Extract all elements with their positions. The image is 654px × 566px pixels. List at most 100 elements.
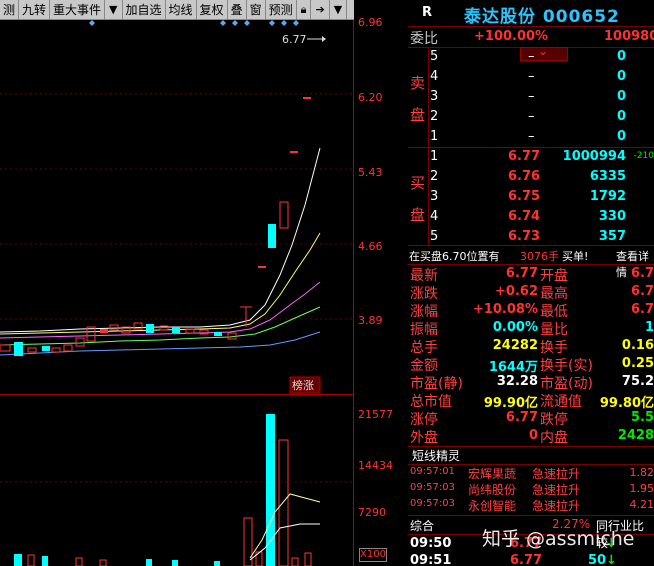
stat-row: 涨幅 +10.08% 最低 6.7 (408, 301, 654, 320)
stat-label: 总市值 (410, 394, 452, 410)
sell-row[interactable]: 1 – 0 (408, 128, 654, 146)
buy-row[interactable]: 4 6.74 330 (408, 208, 654, 226)
sell-row[interactable]: 3 – 0 (408, 88, 654, 106)
event-markers[interactable] (89, 20, 299, 26)
stat-row: 总手 24282 换手 0.16 (408, 337, 654, 356)
weibi-value: +100.00% (474, 29, 549, 44)
quote-panel: R 泰达股份 000652 委比 +100.00% 100980 ⌄ 卖 盘 5… (408, 0, 654, 566)
level-number: 1 (430, 129, 439, 144)
sell-volume: 0 (616, 49, 626, 64)
toolbar-item-ce[interactable]: 测 (0, 0, 20, 20)
stat-row: 最新 6.77 开盘 6.7 (408, 265, 654, 284)
level-number: 5 (430, 49, 439, 64)
buy-volume: 330 (598, 209, 626, 224)
candles[interactable] (0, 97, 311, 356)
down-arrow-icon: ↓ (606, 553, 617, 566)
sell-row[interactable]: 2 – 0 (408, 108, 654, 126)
level-number: 3 (430, 189, 439, 204)
stat-label: 内盘 (540, 430, 568, 446)
stat-label: 最低 (540, 304, 568, 320)
volume-label: 7290 (358, 506, 386, 519)
sell-row[interactable]: 4 – 0 (408, 68, 654, 86)
toolbar-item-adjust[interactable]: 复权 (197, 0, 228, 20)
buy-volume: 357 (598, 229, 626, 244)
volume-bars[interactable] (14, 414, 312, 566)
buy-row[interactable]: 5 6.73 357 (408, 228, 654, 246)
tab-overview[interactable]: 综合 (410, 517, 434, 534)
alert-stock[interactable]: 永创智能 (468, 497, 516, 514)
buy-volume: 1000994 (562, 149, 626, 164)
dropdown-icon[interactable]: ▼ (105, 0, 123, 20)
buy-volume: 6335 (589, 169, 626, 184)
kline-chart[interactable]: 6.77 榜涨 (0, 20, 387, 566)
toolbar-item-add-watch[interactable]: 加自选 (123, 0, 166, 20)
stat-value: 75.2 (621, 374, 654, 389)
buy-price: 6.77 (508, 149, 541, 164)
stat-row: 振幅 0.00% 量比 1 (408, 319, 654, 338)
sell-price: – (528, 109, 535, 124)
buy-row[interactable]: 1 6.77 1000994 -210 (408, 148, 654, 166)
buy-price: 6.73 (508, 229, 541, 244)
stat-label: 跌停 (540, 412, 568, 428)
toolbar-item-window[interactable]: 窗 (247, 0, 266, 20)
stat-label: 总手 (410, 340, 438, 356)
alert-stock[interactable]: 宏辉果蔬 (468, 465, 516, 482)
price-label: 3.89 (358, 314, 383, 327)
alert-action: 急速拉升 (532, 467, 581, 481)
buy-row[interactable]: 2 6.76 6335 (408, 168, 654, 186)
volume-unit[interactable]: X100 (359, 548, 387, 562)
level-number: 3 (430, 89, 439, 104)
toolbar-item-forecast[interactable]: 预测 (266, 0, 297, 20)
rank-badge[interactable]: 榜涨 (292, 378, 314, 392)
sell-price: – (528, 129, 535, 144)
arrow-icon[interactable]: ➔ (311, 0, 330, 20)
short-alerts-header[interactable]: 短线精灵 (408, 447, 654, 465)
dropdown-icon[interactable]: ▼ (330, 0, 348, 20)
level-number: 5 (430, 229, 439, 244)
level-number: 2 (430, 109, 439, 124)
toolbar-item-jiuzhuan[interactable]: 九转 (19, 0, 51, 20)
buy-volume: 1792 (589, 189, 626, 204)
sell-price: – (528, 69, 535, 84)
stat-label: 换手(实) (540, 358, 593, 374)
alert-time: 09:57:01 (410, 466, 455, 477)
volume-label: 14434 (358, 459, 393, 472)
stat-label: 开盘 (540, 268, 568, 284)
stat-label: 振幅 (410, 322, 438, 338)
buy-row[interactable]: 3 6.75 1792 (408, 188, 654, 206)
stat-value: 6.77 (505, 266, 538, 281)
sell-row[interactable]: 5 – 0 (408, 48, 654, 66)
stat-value: +10.08% (472, 302, 538, 317)
stat-row: 总市值 99.90亿 流通值 99.80亿 (408, 391, 654, 411)
stat-label: 流通值 (540, 394, 582, 410)
kline-chart-area[interactable]: 6.77 榜涨 (0, 20, 387, 566)
stat-value: 1 (644, 320, 654, 335)
toolbar-item-events[interactable]: 重大事件 (50, 0, 106, 20)
sell-volume: 0 (616, 69, 626, 84)
alert-row[interactable]: 09:57:03 永创智能 急速拉升 4.21 (408, 497, 654, 515)
stat-value: 0.16 (621, 338, 654, 353)
stat-label: 换手 (540, 340, 568, 356)
stock-name-code[interactable]: 泰达股份 000652 (464, 2, 620, 27)
buy-price: 6.74 (508, 209, 541, 224)
price-label: 6.20 (358, 91, 383, 104)
weibi-label: 委比 (410, 31, 438, 47)
toolbar-item-overlay[interactable]: 叠 (228, 0, 247, 20)
alert-action: 急速拉升 (532, 483, 581, 497)
alert-stock[interactable]: 尚纬股份 (468, 481, 516, 498)
watermark: 知乎 @assmiche (482, 528, 635, 550)
stat-row: 外盘 0 内盘 2428 (408, 427, 654, 446)
stat-row: 金额 1644万 换手(实) 0.25 (408, 355, 654, 375)
stat-value: 6.7 (630, 302, 654, 317)
alert-value: 1.95 (629, 482, 654, 495)
tick-row: 09:51 6.77 50 ↓ (408, 553, 654, 566)
stat-label: 涨停 (410, 412, 438, 428)
alert-value: 4.21 (629, 498, 654, 511)
toolbar-item-ma[interactable]: 均线 (166, 0, 197, 20)
lock-icon[interactable]: 🔒︎ (297, 0, 312, 20)
stat-row: 涨停 6.77 跌停 5.5 (408, 409, 654, 428)
stat-row: 涨跌 +0.62 最高 6.7 (408, 283, 654, 302)
tick-time: 09:51 (410, 553, 452, 566)
quote-title: R 泰达股份 000652 (408, 0, 654, 27)
alert-time: 09:57:03 (410, 482, 455, 493)
